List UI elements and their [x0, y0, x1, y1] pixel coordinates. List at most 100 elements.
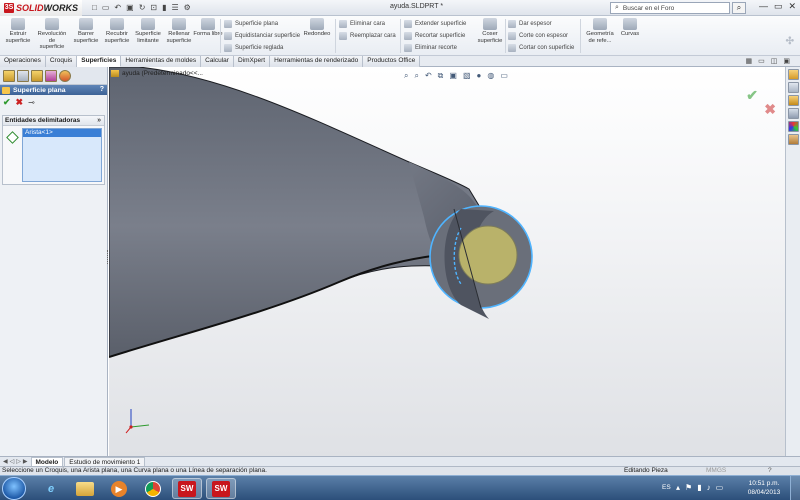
fill-surface-button[interactable]: Rellenar superficie [163, 18, 195, 44]
tray-expand-icon[interactable]: ▴ [676, 483, 680, 492]
redo-icon[interactable]: ↻ [139, 3, 146, 12]
zoom-area-icon[interactable]: ⌕ [414, 71, 418, 81]
status-help-icon[interactable]: ? [768, 467, 772, 475]
configuration-manager-tab-icon[interactable] [31, 70, 43, 82]
action-center-icon[interactable]: ⚑ [685, 483, 692, 492]
loft-surface-button[interactable]: Recubrir superficie [101, 18, 133, 44]
solidworks-taskbar-icon-2[interactable]: SW [206, 478, 236, 499]
collapse-chevron-icon[interactable]: » [97, 116, 101, 126]
first-tab-icon[interactable]: ◀ [3, 458, 8, 465]
previous-view-icon[interactable]: ↶ [425, 71, 432, 81]
search-button[interactable]: ⌕ [732, 2, 746, 14]
tab-herramientas-moldes[interactable]: Herramientas de moldes [121, 56, 202, 67]
extend-surface-button[interactable]: Extender superficie [404, 18, 466, 29]
tab-dimxpert[interactable]: DimXpert [233, 56, 271, 67]
section-view-icon[interactable]: ⧉ [438, 71, 444, 81]
network-icon[interactable]: ▮ [697, 483, 701, 492]
minimize-doc-icon[interactable]: ▭ [758, 57, 765, 65]
tab-herramientas-renderizado[interactable]: Herramientas de renderizado [270, 56, 364, 67]
replace-face-button[interactable]: Reemplazar cara [339, 30, 396, 41]
knit-surface-button[interactable]: Coser superficie [474, 18, 506, 44]
display-manager-tab-icon[interactable] [59, 70, 71, 82]
offset-surface-button[interactable]: Equidistanciar superficie [224, 30, 300, 41]
design-library-icon[interactable] [787, 82, 799, 93]
close-doc-icon[interactable]: ▣ [783, 57, 790, 65]
thickened-cut-button[interactable]: Corte con espesor [508, 30, 568, 41]
custom-properties-icon[interactable] [787, 134, 799, 145]
close-button[interactable]: ✕ [788, 1, 796, 12]
select-icon[interactable]: ⊡ [150, 3, 157, 12]
untrim-surface-button[interactable]: Eliminar recorte [404, 42, 457, 53]
minimize-button[interactable]: — [759, 1, 768, 12]
confirm-cancel-icon[interactable]: ✖ [764, 101, 776, 118]
file-properties-icon[interactable]: ☰ [172, 3, 179, 12]
file-explorer-icon[interactable] [70, 478, 100, 499]
zoom-to-fit-icon[interactable]: ⌕ [404, 71, 408, 81]
ruled-surface-button[interactable]: Superficie reglada [224, 42, 283, 53]
tile-icon[interactable]: ▦ [746, 57, 753, 65]
edit-appearance-icon[interactable]: ◍ [487, 71, 494, 81]
sweep-surface-button[interactable]: Barrer superficie [70, 18, 102, 44]
file-explorer-icon[interactable] [787, 95, 799, 106]
clock[interactable]: 10:51 p.m. 08/04/2013 [744, 479, 784, 497]
boundary-surface-button[interactable]: Superficie limitante [132, 18, 164, 44]
ok-button[interactable]: ✔ [3, 97, 11, 108]
curves-button[interactable]: Curvas [614, 18, 646, 38]
thicken-button[interactable]: Dar espesor [508, 18, 552, 29]
hide-show-icon[interactable]: ● [477, 71, 482, 81]
show-desktop-button[interactable] [790, 476, 800, 500]
chrome-icon[interactable] [138, 478, 168, 499]
cancel-button[interactable]: ✖ [16, 97, 24, 108]
unit-system[interactable]: MMGS [706, 467, 726, 475]
group-title[interactable]: Entidades delimitadoras » [3, 116, 104, 126]
confirm-ok-icon[interactable]: ✔ [746, 87, 758, 104]
internet-explorer-icon[interactable]: e [36, 478, 66, 499]
new-document-icon[interactable]: □ [92, 3, 97, 12]
tab-operaciones[interactable]: Operaciones [0, 56, 46, 67]
tab-estudio-movimiento[interactable]: Estudio de movimiento 1 [64, 457, 146, 466]
view-settings-icon[interactable]: ▭ [500, 71, 508, 81]
delete-face-button[interactable]: Eliminar cara [339, 18, 385, 29]
list-item[interactable]: Arista<1> [23, 129, 101, 137]
open-document-icon[interactable]: ▭ [102, 3, 110, 12]
display-style-icon[interactable]: ▧ [463, 71, 471, 81]
revolve-surface-button[interactable]: Revolución de superficie [36, 18, 68, 51]
graphics-area[interactable]: ayuda (Predeterminado<<... ⌕ ⌕ ↶ ⧉ ▣ ▧ ●… [109, 67, 785, 456]
pin-icon[interactable]: ⊸ [28, 98, 35, 107]
tab-modelo[interactable]: Modelo [30, 457, 64, 466]
tab-croquis[interactable]: Croquis [45, 56, 78, 67]
last-tab-icon[interactable]: ▶ [23, 458, 28, 465]
help-icon[interactable]: ? [100, 86, 104, 93]
language-indicator[interactable]: ES [662, 484, 671, 491]
tab-productos-office[interactable]: Productos Office [363, 56, 421, 67]
maximize-button[interactable]: ▭ [774, 1, 783, 12]
next-tab-icon[interactable]: ▷ [16, 458, 21, 465]
battery-icon[interactable]: ▭ [716, 483, 724, 492]
solidworks-taskbar-icon[interactable]: SW [172, 478, 202, 499]
solidworks-resources-icon[interactable] [787, 69, 799, 80]
extrude-surface-button[interactable]: Extruir superficie [2, 18, 34, 44]
prev-tab-icon[interactable]: ◁ [10, 458, 15, 465]
surface-cut-button[interactable]: Cortar con superficie [508, 42, 574, 53]
print-icon[interactable]: ▣ [126, 3, 134, 12]
undo-icon[interactable]: ↶ [114, 3, 121, 12]
media-player-icon[interactable]: ▶ [104, 478, 134, 499]
reference-geometry-button[interactable]: Geometría de refe... [583, 18, 617, 44]
feature-manager-tab-icon[interactable] [3, 70, 15, 82]
solidworks-logo[interactable]: 3S SOLIDWORKS [0, 0, 83, 16]
selection-list[interactable]: Arista<1> [22, 128, 102, 182]
start-button[interactable] [2, 477, 26, 500]
view-orientation-icon[interactable]: ▣ [449, 71, 457, 81]
view-palette-icon[interactable] [787, 108, 799, 119]
tab-calcular[interactable]: Calcular [201, 56, 234, 67]
property-manager-tab-icon[interactable] [17, 70, 29, 82]
fillet-button[interactable]: Redondeo [301, 18, 333, 38]
restore-doc-icon[interactable]: ◫ [771, 57, 778, 65]
options-icon[interactable]: ⚙ [184, 3, 191, 12]
planar-surface-button[interactable]: Superficie plana [224, 18, 278, 29]
breadcrumb[interactable]: ayuda (Predeterminado<<... [111, 70, 203, 77]
trim-surface-button[interactable]: Recortar superficie [404, 30, 465, 41]
end-face[interactable] [429, 205, 533, 319]
rebuild-icon[interactable]: ▮ [162, 3, 166, 12]
search-input[interactable]: ⌕ Buscar en el Foro [610, 2, 730, 14]
